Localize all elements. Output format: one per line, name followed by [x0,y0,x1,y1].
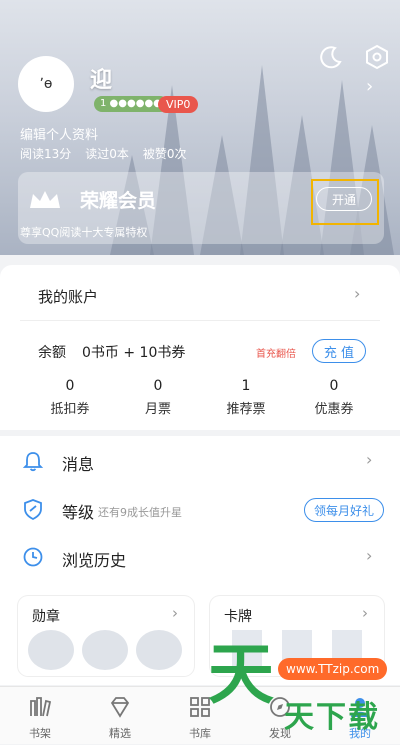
user-name: 迎 [90,68,113,93]
avatar[interactable]: ʼɵ [18,56,74,112]
edit-profile-link[interactable]: 编辑个人资料 [20,124,98,143]
shield-icon [24,499,42,520]
recharge-button[interactable]: 充 值 [312,339,366,363]
user-icon [351,698,369,717]
level-note: 还有9成长值升星 [98,506,182,519]
diamond-icon [110,697,130,718]
medal-placeholder [136,630,182,670]
chevron-right-icon[interactable]: › [354,284,360,303]
card-title: 卡牌 [224,609,252,625]
stat-read-score: 阅读13分 [20,147,72,161]
chevron-right-icon: › [172,604,178,622]
level-item[interactable]: 等级 [62,499,94,523]
tab-discover[interactable]: 发现 [240,687,320,745]
tab-label: 我的 [349,727,371,740]
crown-icon [30,191,60,208]
avatar-glyph: ʼɵ [39,76,53,92]
medal-title: 勋章 [32,609,60,625]
section-gap [0,430,400,436]
balance-value: 0书币 + 10书券 [82,345,186,361]
coupon-stat[interactable]: 0 优惠券 [294,378,374,417]
voucher-stat[interactable]: 0 抵扣券 [30,378,110,417]
monthly-gift-button[interactable]: 领每月好礼 [304,498,384,522]
monthly-ticket-stat[interactable]: 0 月票 [118,378,198,417]
medal-card[interactable]: 勋章 › [18,596,194,676]
reading-stats: 阅读13分 读过0本 被赞0次 [20,145,187,162]
my-account-title[interactable]: 我的账户 [38,286,98,307]
card-placeholder [282,630,312,670]
tab-label: 书架 [29,727,51,740]
card-placeholder [232,630,262,670]
tab-mine[interactable]: 我的 [320,687,400,745]
chevron-right-icon[interactable]: › [366,76,373,97]
tab-featured[interactable]: 精选 [80,687,160,745]
coupon-label: 优惠券 [314,402,354,417]
recommend-ticket-count: 1 [241,378,251,394]
settings-icon[interactable] [364,44,390,70]
voucher-count: 0 [65,378,75,394]
chevron-right-icon[interactable]: › [366,450,372,469]
tab-bookshelf[interactable]: 书架 [0,687,80,745]
message-item[interactable]: 消息 [62,451,94,475]
grid-icon [190,697,210,717]
tab-label: 书库 [189,727,211,740]
history-item[interactable]: 浏览历史 [62,547,126,571]
bell-icon [22,452,44,472]
open-vip-button[interactable]: 开通 [316,187,372,211]
recommend-ticket-label: 推荐票 [226,402,266,417]
tab-library[interactable]: 书库 [160,687,240,745]
stat-books-read: 读过0本 [85,147,129,161]
divider [20,320,380,321]
card-collection[interactable]: 卡牌 › [210,596,384,676]
stat-likes: 被赞0次 [142,147,187,161]
card-placeholder [332,630,362,670]
clock-icon [23,547,43,567]
medal-placeholder [28,630,74,670]
tab-label: 精选 [109,727,131,740]
vip-description: 尊享QQ阅读十大专属特权 [20,226,148,239]
bottom-tab-bar: 书架 精选 书库 发现 我的 [0,686,400,744]
level-badge: 1 ●●●●●● [94,96,168,112]
compass-icon [270,697,290,717]
first-charge-badge: 首充翻倍 [256,349,296,360]
monthly-ticket-count: 0 [153,378,163,394]
chevron-right-icon[interactable]: › [366,546,372,565]
voucher-label: 抵扣券 [50,402,90,417]
tab-label: 发现 [269,727,291,740]
vip-badge[interactable]: VIP0 [158,96,199,113]
chevron-right-icon: › [362,604,368,622]
vip-title: 荣耀会员 [80,190,157,212]
night-mode-icon[interactable] [318,44,344,70]
medal-placeholder [82,630,128,670]
monthly-ticket-label: 月票 [144,402,171,417]
balance-label: 余额 [38,345,66,361]
coupon-count: 0 [329,378,339,394]
recommend-ticket-stat[interactable]: 1 推荐票 [206,378,286,417]
bookshelf-icon [30,697,52,717]
